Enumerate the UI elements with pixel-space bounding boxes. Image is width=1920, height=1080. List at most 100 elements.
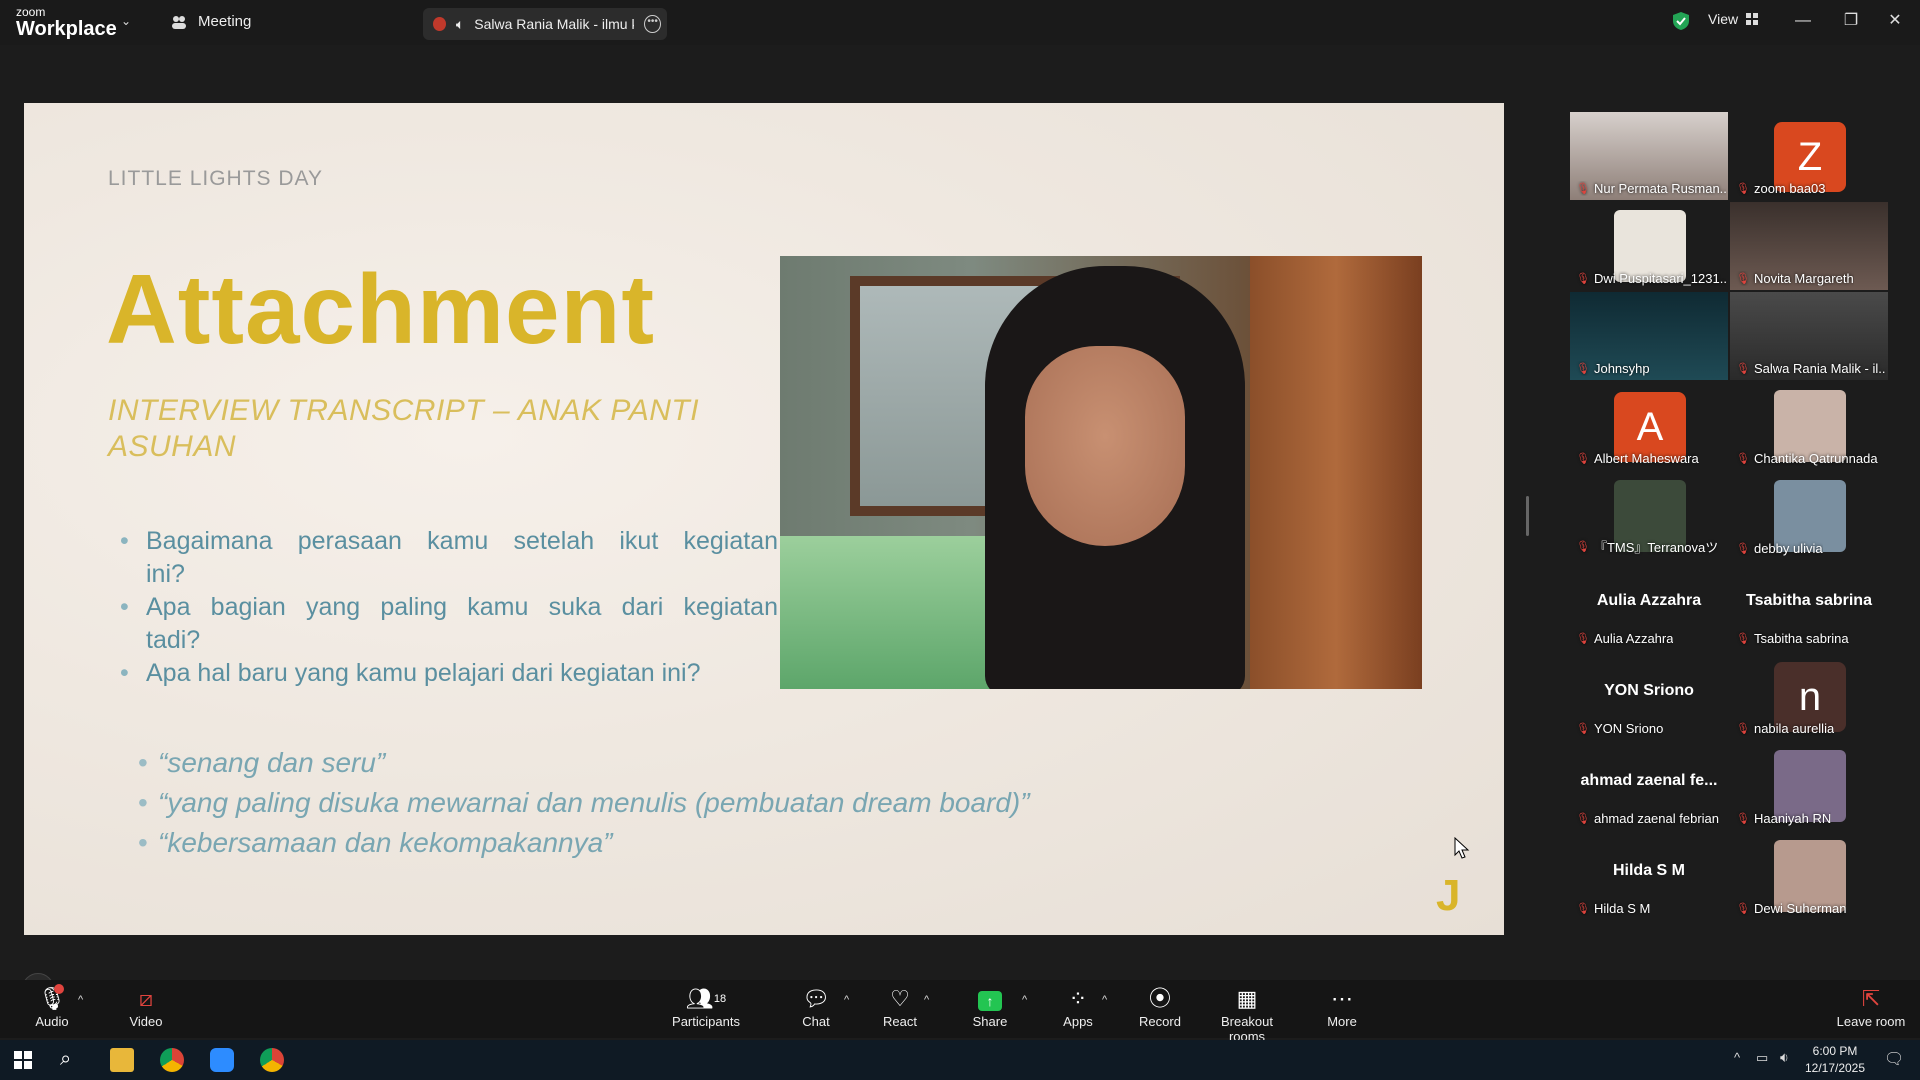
share-tab[interactable]: 🔈︎ Salwa Rania Malik - ilmu kon •••: [423, 8, 667, 40]
chat-icon: 💬︎: [802, 986, 830, 1011]
minimize-icon[interactable]: —: [1788, 8, 1818, 34]
search-icon[interactable]: ⌕: [60, 1048, 71, 1071]
participant-tile[interactable]: Aulia Azzahra 🎙︎ Aulia Azzahra: [1570, 562, 1728, 650]
participant-name-label: 🎙︎ Salwa Rania Malik - il...: [1736, 361, 1886, 376]
chat-caret-icon[interactable]: ^: [844, 994, 849, 1006]
participant-name: Albert Maheswara: [1593, 451, 1699, 466]
windows-start-icon[interactable]: [14, 1051, 32, 1069]
participant-tile[interactable]: Z 🎙︎ zoom baa03: [1730, 112, 1888, 200]
brand-name: Workplace: [16, 18, 117, 40]
participant-name-label: 🎙︎ Tsabitha sabrina: [1736, 631, 1849, 646]
participant-name: Nur Permata Rusman...: [1593, 181, 1726, 196]
participant-display-name: ahmad zaenal fe...: [1580, 772, 1718, 789]
mic-muted-icon: 🎙︎: [1736, 453, 1750, 465]
shared-screen-area: LITTLE LIGHTS DAY Attachment INTERVIEW T…: [0, 45, 1530, 1005]
breakout-rooms-button[interactable]: ▦ Breakout rooms: [1202, 986, 1292, 1044]
mic-muted-icon: 🎙︎: [1576, 363, 1590, 375]
participant-name: 『TMS』Terranovaツ: [1593, 540, 1719, 555]
participant-name-label: 🎙︎ Nur Permata Rusman...: [1576, 181, 1726, 196]
participant-tile[interactable]: 🎙︎ 『TMS』Terranovaツ: [1570, 472, 1728, 560]
taskbar-clock[interactable]: 6:00 PM 12/17/2025: [1790, 1043, 1880, 1077]
participant-name: debby ulivia: [1753, 541, 1823, 556]
participant-tile[interactable]: 🎙︎ Haaniyah RN: [1730, 742, 1888, 830]
restore-icon[interactable]: ❐: [1836, 8, 1866, 34]
video-button[interactable]: ⧄ Video: [122, 986, 170, 1029]
participant-name: Haaniyah RN: [1753, 811, 1832, 826]
participant-tile[interactable]: 🎙︎ Johnsyhp: [1570, 292, 1728, 380]
mic-muted-icon: 🎙︎: [1576, 723, 1590, 735]
view-label: View: [1708, 11, 1739, 27]
question-item: Apa bagian yang paling kamu suka dari ke…: [120, 591, 778, 657]
mic-muted-icon: 🎙︎: [1736, 813, 1750, 825]
photo-face: [1025, 346, 1185, 546]
participant-tile[interactable]: 🎙︎ debby ulivia: [1730, 472, 1888, 560]
file-explorer-icon[interactable]: [110, 1048, 134, 1072]
participant-tile[interactable]: 🎙︎ Salwa Rania Malik - il...: [1730, 292, 1888, 380]
more-button[interactable]: ⋯ More: [1322, 986, 1362, 1029]
share-button[interactable]: ↑ Share: [968, 986, 1012, 1029]
answer-list: “senang dan seru” “yang paling disuka me…: [138, 743, 1030, 863]
network-icon[interactable]: ▭: [1756, 1050, 1768, 1066]
participant-tile[interactable]: n 🎙︎ nabila aurellia: [1730, 652, 1888, 740]
participant-name: nabila aurellia: [1753, 721, 1835, 736]
participant-name: YON Sriono: [1593, 721, 1664, 736]
participant-tile[interactable]: 🎙︎ Novita Margareth: [1730, 202, 1888, 290]
breakout-rooms-icon: ▦: [1236, 986, 1258, 1011]
participant-name: Tsabitha sabrina: [1753, 631, 1849, 646]
participant-tile[interactable]: 🎙︎ Dewi Suherman: [1730, 832, 1888, 920]
participant-tile[interactable]: 🎙︎ Nur Permata Rusman...: [1570, 112, 1728, 200]
view-button[interactable]: View: [1708, 11, 1759, 27]
audio-caret-icon[interactable]: ^: [78, 994, 83, 1006]
participant-display-name: Hilda S M: [1612, 862, 1685, 879]
participant-name: Dewi Suherman: [1753, 901, 1847, 916]
audio-button[interactable]: 🎙︎ Audio: [28, 984, 76, 1029]
share-caret-icon[interactable]: ^: [1022, 994, 1027, 1006]
more-icon: ⋯: [1331, 986, 1353, 1011]
participant-name-label: 🎙︎ Johnsyhp: [1576, 361, 1650, 376]
apps-caret-icon[interactable]: ^: [1102, 994, 1107, 1006]
tray-caret-icon[interactable]: ^: [1734, 1050, 1740, 1065]
participant-name-label: 🎙︎ Dewi Suherman: [1736, 901, 1846, 916]
react-caret-icon[interactable]: ^: [924, 994, 929, 1006]
apps-button[interactable]: ⁘ Apps: [1060, 986, 1096, 1029]
panel-splitter-handle[interactable]: [1526, 496, 1529, 536]
meeting-tab-label: Meeting: [198, 13, 252, 30]
zoom-logo[interactable]: zoom Workplace: [16, 6, 117, 40]
speaker-icon: 🔈︎: [455, 15, 465, 32]
participant-display-name: Aulia Azzahra: [1596, 592, 1702, 609]
record-button[interactable]: ⦿ Record: [1138, 986, 1182, 1029]
shield-icon[interactable]: [1672, 11, 1690, 31]
mic-muted-icon: 🎙︎: [1736, 183, 1750, 195]
zoom-app-icon[interactable]: [210, 1048, 234, 1072]
mic-muted-icon: 🎙︎: [1736, 543, 1750, 555]
more-options-icon[interactable]: •••: [644, 15, 661, 33]
presentation-slide: LITTLE LIGHTS DAY Attachment INTERVIEW T…: [24, 103, 1504, 935]
participant-tile[interactable]: A 🎙︎ Albert Maheswara: [1570, 382, 1728, 470]
participant-name-label: 🎙︎ debby ulivia: [1736, 541, 1823, 556]
leave-room-button[interactable]: ⇱ Leave room: [1836, 986, 1906, 1029]
chevron-down-icon[interactable]: ⌄: [121, 14, 131, 28]
video-label: Video: [129, 1014, 163, 1029]
slide-kicker: LITTLE LIGHTS DAY: [108, 167, 323, 190]
mic-muted-icon: 🎙︎: [1576, 183, 1590, 195]
participant-tile[interactable]: Hilda S M 🎙︎ Hilda S M: [1570, 832, 1728, 920]
chrome-profile-icon[interactable]: [260, 1048, 284, 1072]
participant-tile[interactable]: ahmad zaenal fe... 🎙︎ ahmad zaenal febrian: [1570, 742, 1728, 830]
react-button[interactable]: ♡ React: [880, 986, 920, 1029]
participant-tile[interactable]: YON Sriono 🎙︎ YON Sriono: [1570, 652, 1728, 740]
participants-button[interactable]: 👥︎18 Participants: [668, 986, 744, 1029]
participant-tile[interactable]: Tsabitha sabrina 🎙︎ Tsabitha sabrina: [1730, 562, 1888, 650]
volume-icon[interactable]: 🔉︎: [1780, 1049, 1789, 1066]
meeting-tab[interactable]: Meeting: [170, 13, 251, 30]
mic-muted-icon: 🎙︎: [1736, 633, 1750, 645]
chat-button[interactable]: 💬︎ Chat: [796, 986, 836, 1029]
participant-tile[interactable]: 🎙︎ Chantika Qatrunnada: [1730, 382, 1888, 470]
notification-icon[interactable]: 🗨︎: [1884, 1049, 1904, 1069]
participant-name: ahmad zaenal febrian: [1593, 811, 1719, 826]
close-icon[interactable]: ✕: [1880, 8, 1910, 34]
chrome-icon[interactable]: [160, 1048, 184, 1072]
video-off-icon: ⧄: [139, 986, 153, 1011]
participant-name-label: 🎙︎ 『TMS』Terranovaツ: [1576, 537, 1718, 556]
participant-tile[interactable]: 🎙︎ Dwi Puspitasari_1231...: [1570, 202, 1728, 290]
record-label: Record: [1139, 1014, 1181, 1029]
